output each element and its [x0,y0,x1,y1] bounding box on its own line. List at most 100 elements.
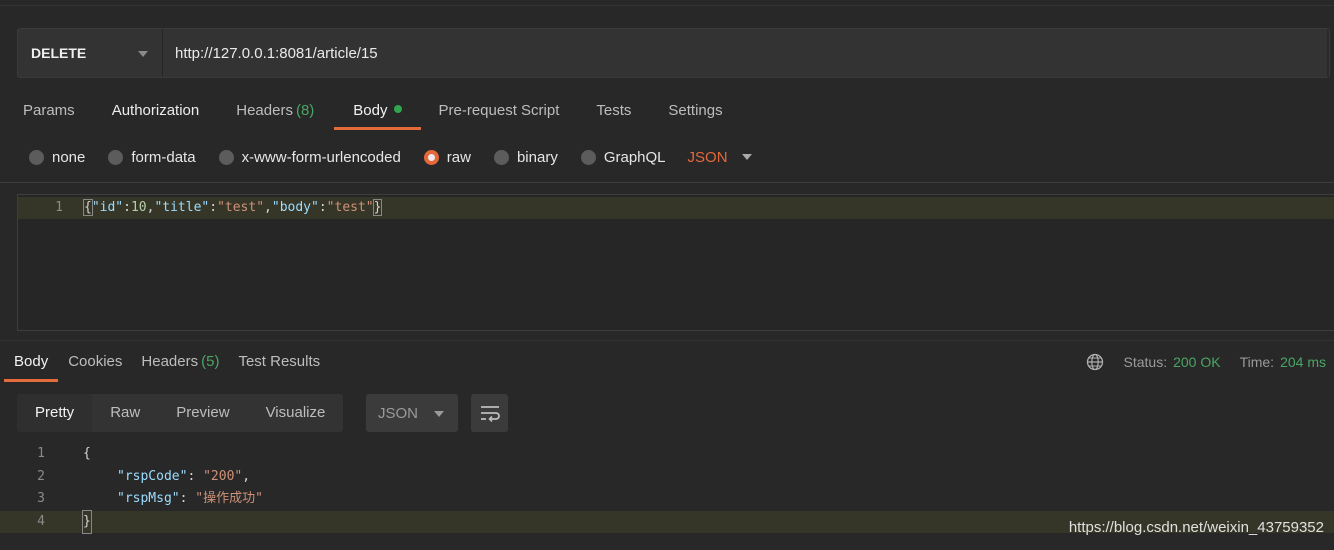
radio-form-data[interactable]: form-data [108,148,196,166]
code-text: {"id":10,"title":"test","body":"test"} [83,197,383,219]
response-tab-body-label: Body [14,353,49,370]
code-text: "rspMsg": "操作成功" [117,488,263,510]
code-text: } [82,510,92,534]
json-colon: : [209,200,218,215]
response-tab-test-results[interactable]: Test Results [238,348,320,382]
raw-format-select[interactable]: JSON [688,149,752,166]
watermark: https://blog.csdn.net/weixin_43759352 [1068,519,1324,536]
json-colon: : [187,469,204,484]
radio-urlencoded-label: x-www-form-urlencoded [241,148,401,166]
view-raw-button[interactable]: Raw [92,394,158,432]
json-string: "test" [217,200,265,215]
json-string: "200" [203,469,243,484]
status-label: Status: [1123,354,1168,370]
radio-graphql[interactable]: GraphQL [580,148,666,166]
chevron-down-icon [138,51,148,57]
response-format-select[interactable]: JSON [366,394,458,432]
json-comma: , [242,469,251,484]
tab-pre-request-script[interactable]: Pre-request Script [439,96,560,130]
radio-selected-icon [423,149,439,165]
code-line: 1 {"id":10,"title":"test","body":"test"} [18,197,1334,219]
tab-body[interactable]: Body [334,96,421,130]
http-method-select[interactable]: DELETE [18,29,163,77]
radio-graphql-label: GraphQL [603,148,666,166]
tab-params[interactable]: Params [23,96,75,130]
view-preview-button[interactable]: Preview [158,394,247,432]
radio-form-data-label: form-data [131,148,196,166]
raw-format-label: JSON [687,148,728,166]
url-input[interactable]: http://127.0.0.1:8081/article/15 [163,29,1327,77]
tab-tests[interactable]: Tests [596,96,631,130]
tab-settings[interactable]: Settings [668,96,722,130]
line-number: 1 [55,200,63,215]
json-key: "body" [271,200,319,215]
json-key: "rspMsg" [117,491,180,506]
radio-circle-icon [218,149,234,165]
view-pretty-button[interactable]: Pretty [17,394,93,432]
response-tab-body[interactable]: Body [4,348,59,382]
radio-circle-icon [29,149,44,165]
globe-icon[interactable] [1086,353,1104,371]
time-label: Time: [1239,354,1275,370]
tab-pre-request-label: Pre-request Script [438,102,560,119]
request-body-editor[interactable]: 1 {"id":10,"title":"test","body":"test"} [17,194,1334,331]
radio-raw[interactable]: raw [423,148,471,166]
json-key: "title" [154,200,210,215]
tab-tests-label: Tests [596,102,632,119]
request-url-bar: DELETE http://127.0.0.1:8081/article/15 [17,28,1330,78]
radio-binary[interactable]: binary [493,148,558,166]
chevron-down-icon [434,411,444,417]
radio-binary-label: binary [516,148,558,166]
json-key: "id" [91,200,124,215]
close-brace: } [372,199,383,216]
response-tab-cookies[interactable]: Cookies [68,348,122,382]
body-type-options: none form-data x-www-form-urlencoded raw… [29,145,752,169]
code-text: "rspCode": "200", [117,466,250,488]
tab-headers[interactable]: Headers (8) [236,96,314,130]
radio-circle-icon [580,149,596,165]
json-colon: : [123,200,131,215]
radio-circle-icon [493,149,509,165]
tab-authorization-label: Authorization [111,102,200,119]
response-tab-test-results-label: Test Results [238,353,321,370]
code-text: { [83,446,91,461]
response-tab-headers-label: Headers [141,353,199,370]
tab-authorization[interactable]: Authorization [112,96,200,130]
json-colon: : [179,491,196,506]
http-method-label: DELETE [31,45,87,61]
response-time[interactable]: 204 ms [1280,354,1326,370]
response-tab-headers[interactable]: Headers (5) [141,348,219,382]
wrap-lines-button[interactable] [471,394,508,432]
response-status: Status: 200 OK Time: 204 ms [1086,353,1326,371]
json-string: "test" [326,200,374,215]
json-comma: , [264,200,272,215]
json-number: 10 [130,200,147,215]
radio-raw-label: raw [446,148,471,166]
request-tabs: Params Authorization Headers (8) Body Pre… [0,96,737,132]
body-modified-dot-icon [393,105,402,113]
url-bar-edge [1327,29,1329,77]
view-visualize-button[interactable]: Visualize [248,394,344,432]
radio-none[interactable]: none [29,149,85,166]
status-code[interactable]: 200 OK [1173,354,1220,370]
radio-urlencoded[interactable]: x-www-form-urlencoded [218,148,401,166]
line-number: 3 [37,491,45,506]
code-line: 1 { [0,443,1334,465]
divider [0,340,1334,341]
json-string: "操作成功" [195,491,263,506]
radio-circle-icon [108,149,124,165]
radio-none-label: none [52,148,86,166]
divider [0,182,1334,183]
line-number: 4 [37,514,45,529]
tab-headers-label: Headers [236,102,293,119]
code-line: 2 "rspCode": "200", [0,466,1334,488]
line-number: 1 [37,446,45,461]
wrap-lines-icon [480,406,500,422]
line-number: 2 [37,469,45,484]
tab-body-label: Body [353,102,388,119]
top-divider [0,5,1334,6]
response-headers-count-badge: (5) [201,353,220,370]
chevron-down-icon [741,154,752,160]
response-view-modes: Pretty Raw Preview Visualize [17,394,344,432]
response-tab-cookies-label: Cookies [68,353,123,370]
